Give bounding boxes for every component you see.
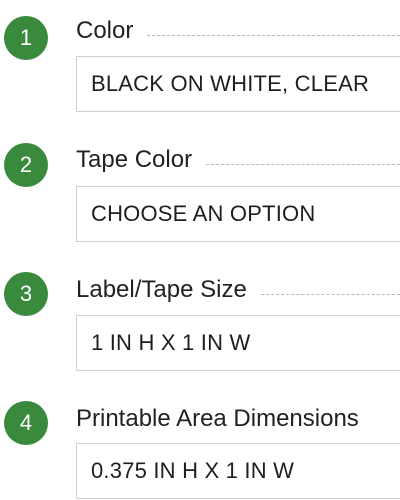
- step-number-badge: 3: [4, 272, 48, 316]
- select-value: 0.375 IN H X 1 IN W: [91, 458, 295, 483]
- step-number-badge: 4: [4, 401, 48, 445]
- option-label-row: Label/Tape Size: [76, 275, 400, 305]
- label-tape-size-select[interactable]: 1 IN H X 1 IN W: [76, 315, 400, 371]
- tape-color-select[interactable]: CHOOSE AN OPTION: [76, 186, 400, 242]
- step-number-badge: 2: [4, 143, 48, 187]
- dashed-divider: [260, 293, 400, 295]
- option-label: Color: [76, 17, 134, 44]
- option-label: Label/Tape Size: [76, 276, 247, 303]
- select-value: CHOOSE AN OPTION: [91, 201, 316, 226]
- step-number-badge: 1: [4, 16, 48, 60]
- dashed-divider: [147, 34, 400, 36]
- printable-area-select[interactable]: 0.375 IN H X 1 IN W: [76, 443, 400, 499]
- product-options-form: 1 Color BLACK ON WHITE, CLEAR 2 Tape Col…: [0, 0, 400, 500]
- option-label-row: Color: [76, 16, 400, 46]
- option-label: Tape Color: [76, 146, 193, 173]
- option-label-row: Tape Color: [76, 145, 400, 175]
- color-select[interactable]: BLACK ON WHITE, CLEAR: [76, 56, 400, 112]
- select-value: BLACK ON WHITE, CLEAR: [91, 71, 370, 96]
- select-value: 1 IN H X 1 IN W: [91, 330, 251, 355]
- dashed-divider: [206, 163, 400, 165]
- option-label: Printable Area Dimensions: [76, 405, 359, 432]
- option-label-row: Printable Area Dimensions: [76, 404, 400, 434]
